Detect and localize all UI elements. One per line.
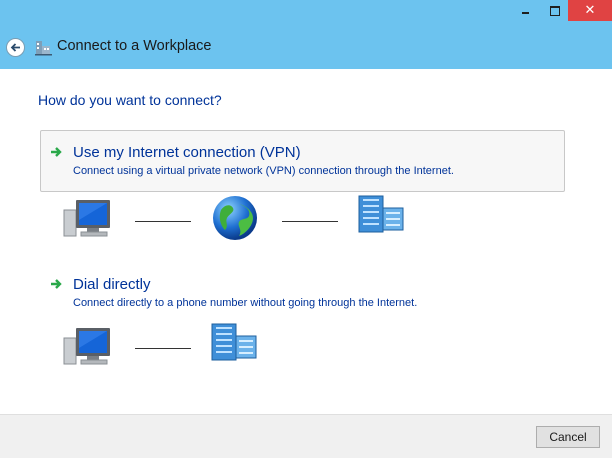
option-vpn-title: Use my Internet connection (VPN) bbox=[73, 144, 301, 161]
title-bar: ✕ Connect to a Workplace bbox=[0, 0, 612, 69]
option-dial-title: Dial directly bbox=[73, 276, 151, 293]
office-building-icon bbox=[211, 323, 257, 361]
green-arrow-icon bbox=[51, 279, 62, 289]
connection-line bbox=[135, 221, 191, 222]
workplace-network-icon bbox=[35, 41, 52, 56]
computer-icon bbox=[63, 328, 110, 365]
cancel-button[interactable]: Cancel bbox=[536, 426, 600, 448]
globe-icon bbox=[213, 196, 257, 240]
page-heading: How do you want to connect? bbox=[38, 92, 222, 108]
window-title: Connect to a Workplace bbox=[57, 38, 212, 54]
footer-bar: Cancel bbox=[0, 414, 612, 458]
back-button[interactable] bbox=[6, 38, 25, 57]
green-arrow-icon bbox=[51, 147, 62, 157]
option-dial-description: Connect directly to a phone number witho… bbox=[73, 297, 418, 309]
minimize-button[interactable] bbox=[512, 0, 539, 21]
office-building-icon bbox=[358, 195, 404, 233]
back-arrow-icon bbox=[10, 43, 20, 52]
close-button[interactable]: ✕ bbox=[568, 0, 612, 21]
maximize-button[interactable] bbox=[541, 0, 568, 21]
connection-line bbox=[135, 348, 191, 349]
computer-icon bbox=[63, 200, 110, 237]
option-dial-directly[interactable]: Dial directly Connect directly to a phon… bbox=[40, 262, 565, 324]
connection-line bbox=[282, 221, 338, 222]
option-vpn-description: Connect using a virtual private network … bbox=[73, 165, 454, 177]
option-vpn[interactable]: Use my Internet connection (VPN) Connect… bbox=[40, 130, 565, 192]
